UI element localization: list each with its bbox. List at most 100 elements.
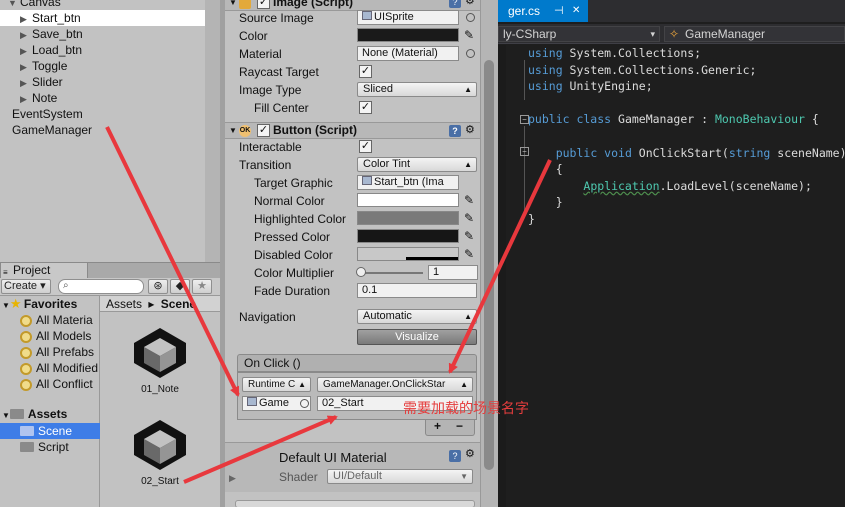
project-search-input[interactable]: ⌕ [58, 279, 144, 294]
disabled-color-swatch[interactable] [357, 247, 459, 261]
hierarchy-scrollbar[interactable] [205, 0, 220, 262]
eyedropper-icon[interactable]: ✎ [464, 28, 476, 42]
fade-duration-field[interactable]: 0.1 [357, 283, 477, 298]
code-line[interactable]: using System.Collections.Generic; [528, 62, 757, 78]
image-type-dropdown[interactable]: Sliced ▲ [357, 82, 477, 97]
shader-dropdown[interactable]: UI/Default ▼ [327, 469, 473, 484]
eyedropper-icon[interactable]: ✎ [464, 247, 476, 261]
add-component-button[interactable] [235, 500, 475, 507]
runtime-dropdown[interactable]: Runtime C ▲ [242, 377, 311, 392]
object-picker-icon[interactable] [466, 13, 475, 22]
help-icon[interactable]: ? [449, 125, 461, 137]
expand-arrow-icon[interactable]: ▶ [20, 11, 32, 27]
hierarchy-item[interactable]: GameManager [0, 122, 92, 138]
expand-arrow-icon[interactable]: ▶ [20, 91, 32, 107]
favorites-item[interactable]: All Models [20, 328, 91, 344]
eyedropper-icon[interactable]: ✎ [464, 193, 476, 207]
eyedropper-icon[interactable]: ✎ [464, 211, 476, 225]
dropdown-arrow-icon: ▲ [464, 160, 472, 169]
class-dropdown[interactable]: ✧ GameManager [664, 26, 845, 42]
fill-center-checkbox[interactable]: ✓ [359, 101, 372, 114]
onclick-header: On Click () [237, 354, 477, 372]
asset-scene-02-start[interactable]: 02_Start [125, 418, 195, 487]
help-icon[interactable]: ? [449, 0, 461, 8]
fade-duration-label: Fade Duration [254, 284, 331, 298]
interactable-checkbox[interactable]: ✓ [359, 140, 372, 153]
filter-label-icon[interactable]: ◆ [170, 279, 190, 294]
favorite-star-icon[interactable]: ★ [192, 279, 212, 294]
saved-search-icon [20, 330, 32, 343]
hierarchy-item[interactable]: ▶ Toggle [0, 58, 67, 74]
gear-icon[interactable]: ⚙ [465, 123, 475, 138]
gear-icon[interactable]: ⚙ [465, 447, 475, 460]
expand-arrow-icon[interactable]: ▶ [20, 75, 32, 91]
project-dropdown[interactable]: ly-CSharp ▾ [498, 26, 660, 42]
multiplier-slider-handle[interactable] [356, 267, 366, 277]
editor-tab-gamemanager[interactable]: ger.cs ⊣ ✕ [498, 0, 588, 22]
breadcrumb-current[interactable]: Scene [161, 297, 196, 311]
breadcrumb-root[interactable]: Assets [106, 297, 142, 311]
editor-nav-bar: ly-CSharp ▾ ✧ GameManager [498, 24, 845, 44]
highlighted-color-swatch[interactable] [357, 211, 459, 225]
hierarchy-item[interactable]: ▶ Start_btn [0, 10, 205, 26]
hierarchy-item[interactable]: ▼ Canvas [0, 0, 61, 10]
add-listener-button[interactable]: + [434, 419, 441, 433]
visualize-button[interactable]: Visualize [357, 329, 477, 345]
expand-arrow-icon[interactable]: ▶ [20, 43, 32, 59]
raycast-target-checkbox[interactable]: ✓ [359, 65, 372, 78]
image-enabled-checkbox[interactable]: ✓ [257, 0, 270, 9]
code-line[interactable]: using UnityEngine; [528, 78, 653, 94]
remove-listener-button[interactable]: − [456, 419, 463, 433]
object-picker-icon[interactable] [466, 49, 475, 58]
assets-header[interactable]: ▼ Assets [2, 406, 67, 422]
pin-icon[interactable]: ⊣ [554, 0, 564, 22]
favorites-header[interactable]: ▼★ Favorites [2, 296, 77, 312]
asset-scene-01-note[interactable]: 01_Note [125, 326, 195, 395]
hierarchy-item[interactable]: ▶ Note [0, 90, 57, 106]
pressed-color-swatch[interactable] [357, 229, 459, 243]
code-line[interactable]: } [528, 194, 563, 210]
favorites-item[interactable]: All Conflict [20, 376, 93, 392]
expand-arrow-icon[interactable]: ▶ [229, 473, 236, 484]
code-line[interactable]: { [528, 161, 563, 177]
function-dropdown[interactable]: GameManager.OnClickStar ▲ [317, 377, 473, 392]
project-tab[interactable]: ≡ Project [0, 262, 88, 278]
material-field[interactable]: None (Material) [357, 46, 459, 61]
hierarchy-item[interactable]: ▶ Load_btn [0, 42, 82, 58]
favorites-item[interactable]: All Materia [20, 312, 93, 328]
expand-arrow-icon[interactable]: ▶ [20, 59, 32, 75]
code-line[interactable]: } [528, 211, 535, 227]
interactable-label: Interactable [239, 140, 302, 154]
hierarchy-item-label: Save_btn [32, 27, 83, 41]
code-line[interactable]: public class GameManager : MonoBehaviour… [528, 111, 819, 127]
favorites-item[interactable]: All Prefabs [20, 344, 94, 360]
folder-item-script[interactable]: Script [20, 439, 69, 455]
hierarchy-item[interactable]: ▶ Slider [0, 74, 63, 90]
source-image-field[interactable]: UISprite [357, 10, 459, 25]
button-enabled-checkbox[interactable]: ✓ [257, 124, 270, 137]
transition-dropdown[interactable]: Color Tint ▲ [357, 157, 477, 172]
multiplier-slider-track[interactable] [359, 272, 423, 274]
object-picker-icon[interactable] [300, 399, 309, 408]
color-swatch[interactable] [357, 28, 459, 42]
button-component-header[interactable]: ▼ OK ✓ Button (Script) ? ⚙ [225, 122, 480, 139]
expand-arrow-icon[interactable]: ▶ [20, 27, 32, 43]
create-button[interactable]: Create ▾ [1, 279, 51, 294]
filter-type-icon[interactable]: ⊛ [148, 279, 168, 294]
navigation-dropdown[interactable]: Automatic ▲ [357, 309, 477, 324]
multiplier-value-field[interactable]: 1 [428, 265, 478, 280]
help-icon[interactable]: ? [449, 450, 461, 462]
code-line[interactable]: Application.LoadLevel(sceneName); [528, 178, 812, 194]
image-type-label: Image Type [239, 83, 302, 97]
hierarchy-item[interactable]: EventSystem [0, 106, 83, 122]
target-graphic-field[interactable]: Start_btn (Ima [357, 175, 459, 190]
normal-color-swatch[interactable] [357, 193, 459, 207]
gear-icon[interactable]: ⚙ [465, 0, 475, 7]
close-icon[interactable]: ✕ [572, 0, 580, 22]
code-line[interactable]: using System.Collections; [528, 45, 701, 61]
favorites-item[interactable]: All Modified [20, 360, 98, 376]
hierarchy-item[interactable]: ▶ Save_btn [0, 26, 83, 42]
eyedropper-icon[interactable]: ✎ [464, 229, 476, 243]
code-line[interactable]: public void OnClickStart(string sceneNam… [528, 145, 845, 161]
folder-item-scene[interactable]: Scene [0, 423, 100, 439]
